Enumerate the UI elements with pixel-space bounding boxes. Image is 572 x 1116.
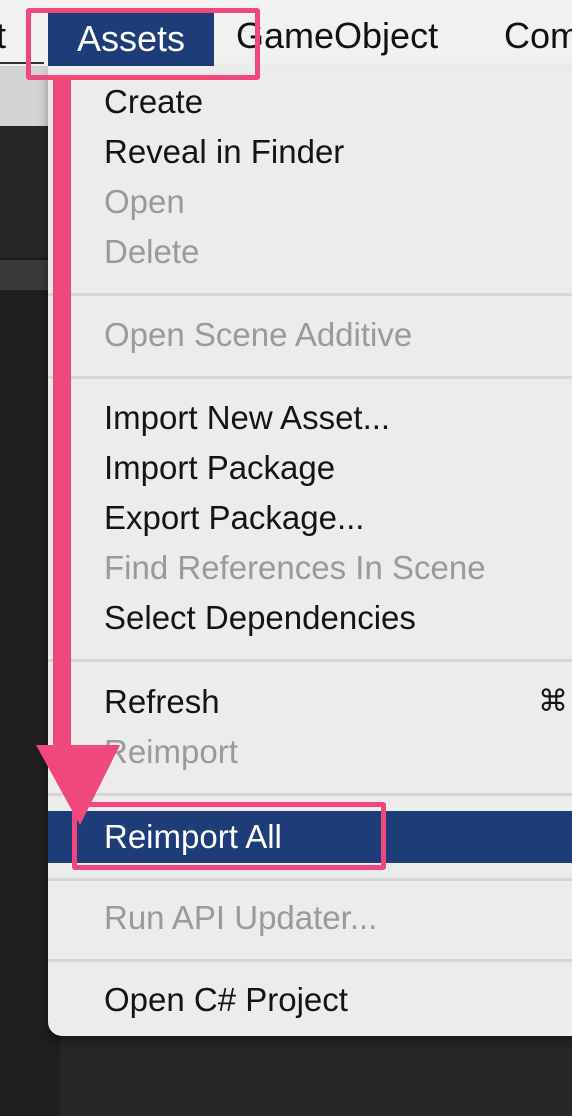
annotation-arrow-icon [36,78,120,825]
